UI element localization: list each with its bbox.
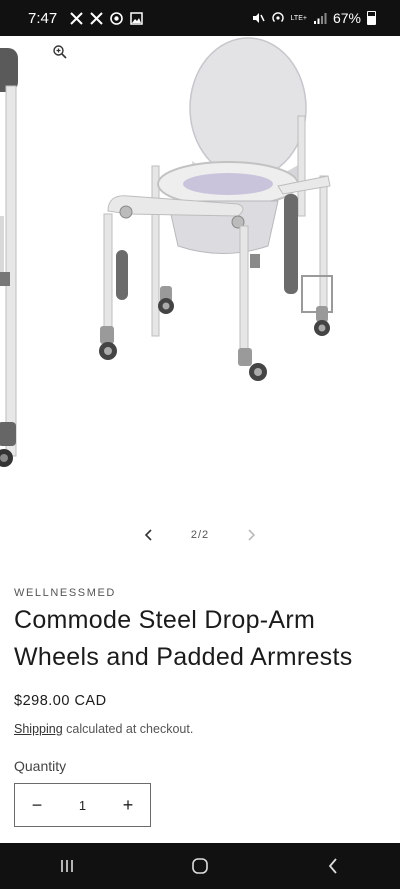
product-title: Commode Steel Drop-Arm Wheels and Padded… (14, 606, 353, 671)
battery-icon (367, 11, 376, 25)
status-bar: 7:47 LTE+ 67% (0, 0, 400, 36)
quantity-label: Quantity (14, 758, 67, 774)
system-navigation-bar (0, 843, 400, 889)
back-button[interactable] (303, 846, 363, 886)
previous-image-peek[interactable] (0, 36, 36, 486)
increase-quantity-button[interactable]: + (106, 784, 150, 826)
status-time: 7:47 (28, 9, 58, 27)
signal-icon (313, 11, 327, 25)
mute-vibrate-icon (251, 11, 265, 25)
network-type-label: LTE+ (290, 14, 307, 22)
quantity-stepper: − + (14, 783, 151, 827)
shipping-note-text: calculated at checkout. (62, 722, 194, 736)
product-vendor: WELLNESSMED (14, 587, 116, 599)
chrome-icon (109, 11, 123, 25)
decrease-quantity-button[interactable]: − (15, 784, 59, 826)
shipping-link[interactable]: Shipping (14, 722, 63, 736)
product-price: $298.00 CAD (14, 693, 107, 709)
next-slide-button[interactable] (239, 523, 263, 547)
quantity-input[interactable] (60, 796, 105, 814)
hotspot-icon (271, 11, 285, 25)
product-image (88, 36, 348, 396)
x-icon (89, 11, 103, 25)
battery-percent: 67% (332, 10, 361, 26)
shipping-note: Shipping calculated at checkout. (14, 722, 193, 736)
product-gallery[interactable] (0, 36, 400, 496)
recent-apps-button[interactable] (37, 846, 97, 886)
x-icon (69, 11, 83, 25)
slide-counter: 2/2 (190, 529, 210, 541)
zoom-icon[interactable] (44, 38, 76, 66)
previous-slide-button[interactable] (137, 523, 161, 547)
gallery-slider-controls: 2/2 (0, 520, 400, 550)
gallery-icon (129, 11, 143, 25)
home-button[interactable] (170, 846, 230, 886)
